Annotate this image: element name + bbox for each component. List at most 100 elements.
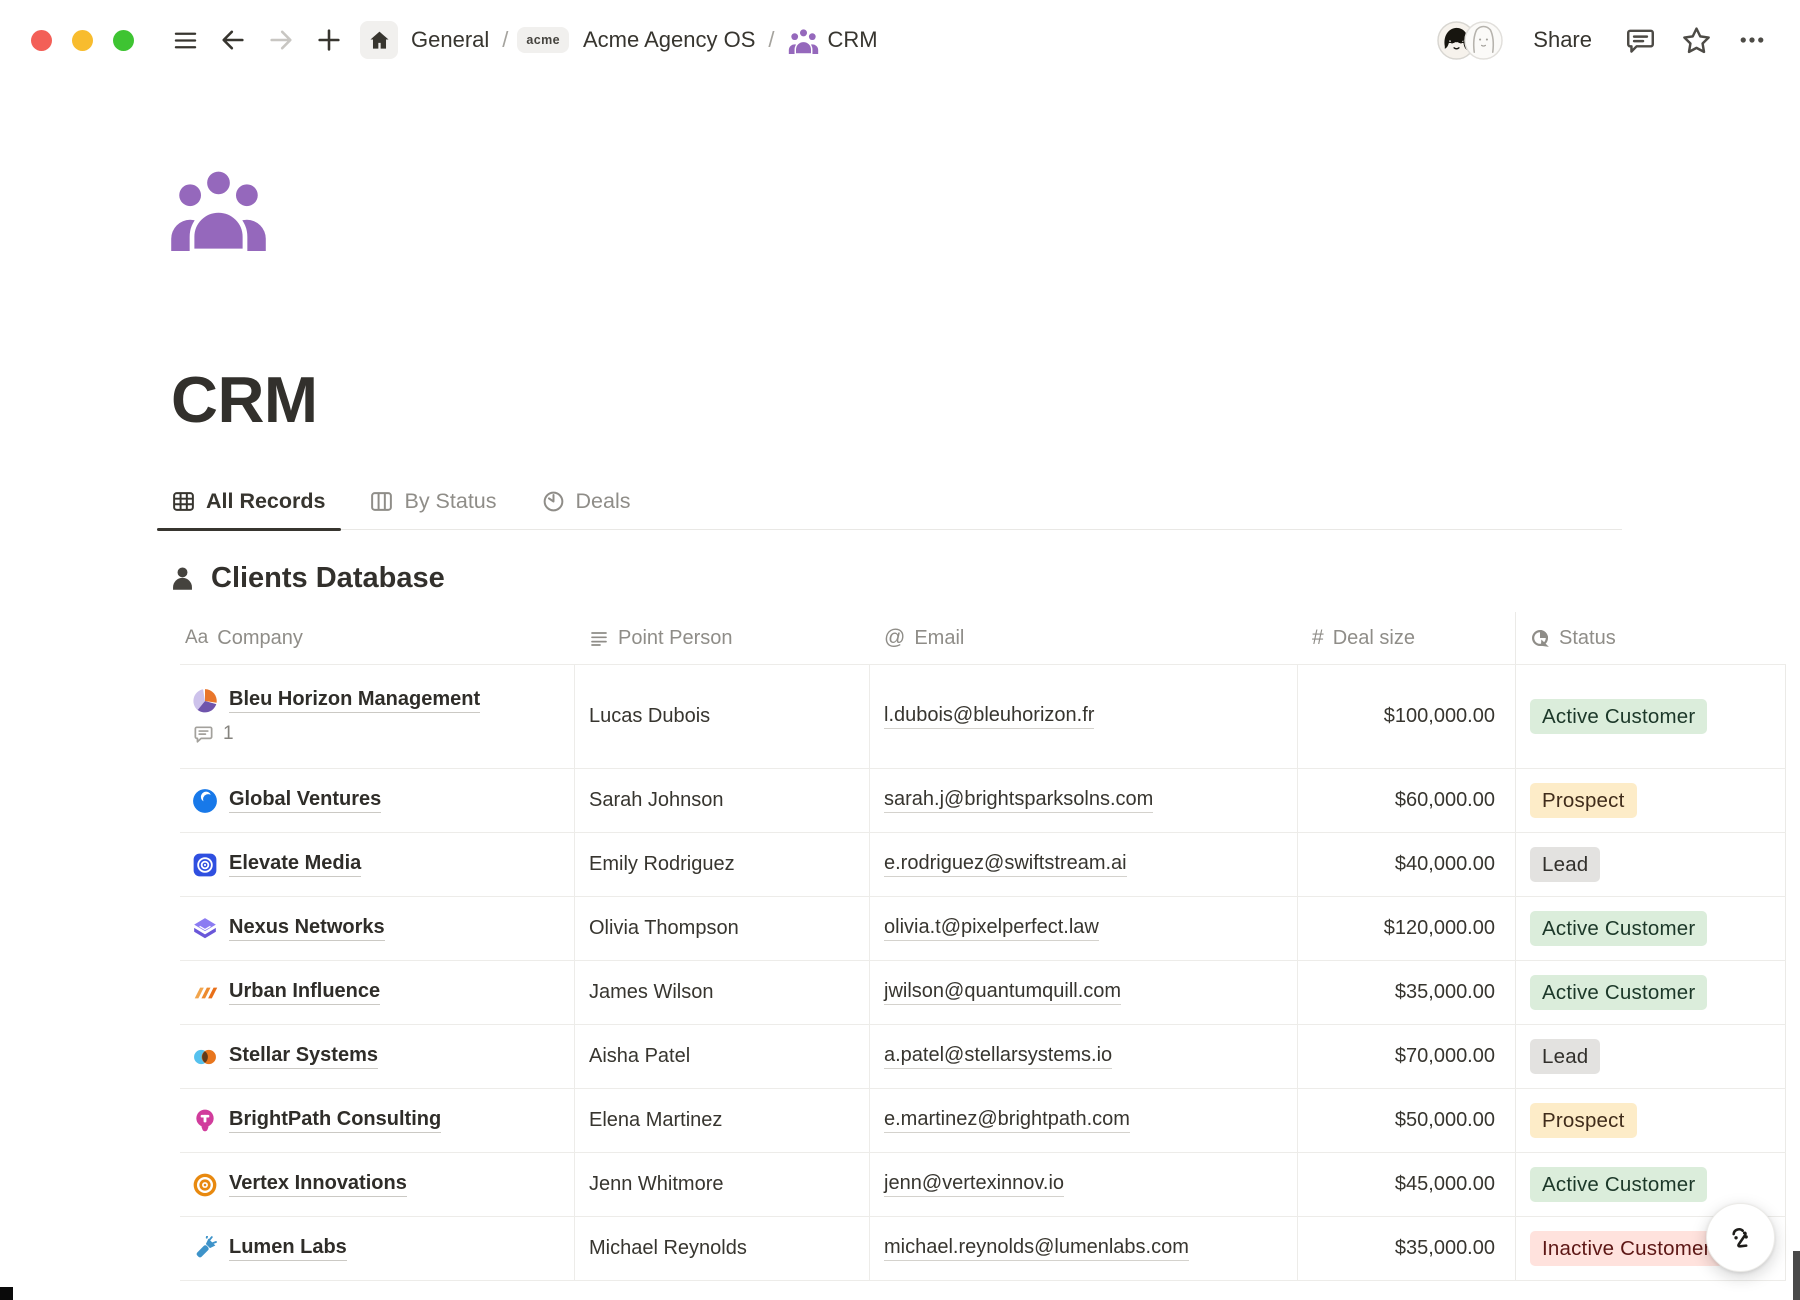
point-person-cell[interactable]: James Wilson <box>575 961 870 1024</box>
deal-size-cell[interactable]: $60,000.00 <box>1298 769 1515 832</box>
email-cell[interactable]: sarah.j@brightsparksolns.com <box>870 769 1298 832</box>
company-cell[interactable]: Global Ventures <box>180 769 575 832</box>
company-cell[interactable]: Stellar Systems <box>180 1025 575 1088</box>
company-cell[interactable]: Bleu Horizon Management 1 <box>180 665 575 768</box>
database-title[interactable]: Clients Database <box>211 562 445 595</box>
company-cell[interactable]: BrightPath Consulting <box>180 1089 575 1152</box>
clock-view-icon <box>541 489 566 514</box>
sidebar-menu-button[interactable] <box>168 23 202 57</box>
company-page-link[interactable]: Stellar Systems <box>229 1044 378 1069</box>
table-row: BrightPath Consulting Elena Martinez e.m… <box>180 1088 1786 1152</box>
point-person-cell[interactable]: Michael Reynolds <box>575 1217 870 1280</box>
close-window-button[interactable] <box>31 30 52 51</box>
forward-button[interactable] <box>264 23 298 57</box>
minimize-window-button[interactable] <box>72 30 93 51</box>
table-row: Bleu Horizon Management 1 Lucas Dubois l… <box>180 664 1786 768</box>
point-person-cell[interactable]: Aisha Patel <box>575 1025 870 1088</box>
deal-size-value: $40,000.00 <box>1395 853 1495 876</box>
status-cell[interactable]: Prospect <box>1515 769 1786 832</box>
comments-button[interactable] <box>1620 20 1660 60</box>
company-cell[interactable]: Lumen Labs <box>180 1217 575 1280</box>
company-page-link[interactable]: Vertex Innovations <box>229 1172 407 1197</box>
company-page-link[interactable]: Lumen Labs <box>229 1236 347 1261</box>
company-cell[interactable]: Nexus Networks <box>180 897 575 960</box>
share-button[interactable]: Share <box>1527 23 1598 57</box>
more-options-button[interactable] <box>1732 20 1772 60</box>
email-cell[interactable]: e.rodriguez@swiftstream.ai <box>870 833 1298 896</box>
workspace-logo-badge[interactable]: acme <box>517 27 569 53</box>
notion-ai-face-icon <box>1723 1220 1759 1256</box>
deal-size-cell[interactable]: $40,000.00 <box>1298 833 1515 896</box>
company-cell[interactable]: Vertex Innovations <box>180 1153 575 1216</box>
scrollbar-thumb[interactable] <box>1793 1251 1800 1300</box>
email-link: olivia.t@pixelperfect.law <box>884 916 1099 941</box>
page-icon-people[interactable] <box>169 164 268 251</box>
breadcrumb-page[interactable]: CRM <box>784 25 882 56</box>
column-header-company[interactable]: Aa Company <box>180 612 575 664</box>
table-row: Vertex Innovations Jenn Whitmore jenn@ve… <box>180 1152 1786 1216</box>
deal-size-cell[interactable]: $45,000.00 <box>1298 1153 1515 1216</box>
deal-size-cell[interactable]: $50,000.00 <box>1298 1089 1515 1152</box>
status-cell[interactable]: Lead <box>1515 1025 1786 1088</box>
email-cell[interactable]: jenn@vertexinnov.io <box>870 1153 1298 1216</box>
point-person-cell[interactable]: Jenn Whitmore <box>575 1153 870 1216</box>
company-cell[interactable]: Elevate Media <box>180 833 575 896</box>
deal-size-cell[interactable]: $35,000.00 <box>1298 1217 1515 1280</box>
email-cell[interactable]: e.martinez@brightpath.com <box>870 1089 1298 1152</box>
ellipsis-icon <box>1737 25 1767 55</box>
tab-deals[interactable]: Deals <box>539 489 633 529</box>
favorite-button[interactable] <box>1676 20 1716 60</box>
company-page-link[interactable]: Elevate Media <box>229 852 361 877</box>
comment-indicator[interactable]: 1 <box>192 723 234 746</box>
point-person-value: Jenn Whitmore <box>589 1173 724 1196</box>
company-page-link[interactable]: Bleu Horizon Management <box>229 688 480 713</box>
email-cell[interactable]: olivia.t@pixelperfect.law <box>870 897 1298 960</box>
avatar[interactable] <box>1464 21 1503 60</box>
deal-size-cell[interactable]: $100,000.00 <box>1298 665 1515 768</box>
status-badge: Active Customer <box>1530 699 1707 734</box>
collaborator-avatars[interactable] <box>1437 21 1503 60</box>
ai-assistant-button[interactable] <box>1706 1203 1775 1272</box>
email-cell[interactable]: michael.reynolds@lumenlabs.com <box>870 1217 1298 1280</box>
breadcrumb-general[interactable]: General <box>407 25 493 55</box>
deal-size-cell[interactable]: $120,000.00 <box>1298 897 1515 960</box>
column-header-email[interactable]: @ Email <box>870 612 1298 664</box>
company-logo-icon <box>192 1044 218 1070</box>
status-cell[interactable]: Lead <box>1515 833 1786 896</box>
company-page-link[interactable]: BrightPath Consulting <box>229 1108 441 1133</box>
company-page-link[interactable]: Urban Influence <box>229 980 380 1005</box>
email-cell[interactable]: jwilson@quantumquill.com <box>870 961 1298 1024</box>
person-icon <box>169 565 196 592</box>
point-person-cell[interactable]: Olivia Thompson <box>575 897 870 960</box>
new-page-button[interactable] <box>312 23 346 57</box>
point-person-cell[interactable]: Sarah Johnson <box>575 769 870 832</box>
point-person-value: Sarah Johnson <box>589 789 724 812</box>
status-cell[interactable]: Active Customer <box>1515 897 1786 960</box>
back-button[interactable] <box>216 23 250 57</box>
deal-size-cell[interactable]: $35,000.00 <box>1298 961 1515 1024</box>
company-cell[interactable]: Urban Influence <box>180 961 575 1024</box>
column-header-status[interactable]: Status <box>1515 612 1786 664</box>
point-person-cell[interactable]: Lucas Dubois <box>575 665 870 768</box>
email-cell[interactable]: l.dubois@bleuhorizon.fr <box>870 665 1298 768</box>
point-person-value: Olivia Thompson <box>589 917 739 940</box>
company-page-link[interactable]: Nexus Networks <box>229 916 385 941</box>
point-person-cell[interactable]: Elena Martinez <box>575 1089 870 1152</box>
column-header-deal-size[interactable]: # Deal size <box>1298 612 1515 664</box>
screen-corner-artifact <box>0 1287 13 1300</box>
breadcrumb-workspace[interactable]: Acme Agency OS <box>579 25 759 55</box>
home-button[interactable] <box>360 21 398 59</box>
deal-size-cell[interactable]: $70,000.00 <box>1298 1025 1515 1088</box>
column-header-point-person[interactable]: Point Person <box>575 612 870 664</box>
email-cell[interactable]: a.patel@stellarsystems.io <box>870 1025 1298 1088</box>
tab-by-status[interactable]: By Status <box>367 489 498 529</box>
zoom-window-button[interactable] <box>113 30 134 51</box>
clients-table: Aa Company Point Person @ Email # Deal s… <box>180 612 1786 1281</box>
status-cell[interactable]: Prospect <box>1515 1089 1786 1152</box>
tab-all-records[interactable]: All Records <box>169 489 327 529</box>
point-person-value: Emily Rodriguez <box>589 853 735 876</box>
company-page-link[interactable]: Global Ventures <box>229 788 381 813</box>
status-cell[interactable]: Active Customer <box>1515 961 1786 1024</box>
status-cell[interactable]: Active Customer <box>1515 665 1786 768</box>
point-person-cell[interactable]: Emily Rodriguez <box>575 833 870 896</box>
